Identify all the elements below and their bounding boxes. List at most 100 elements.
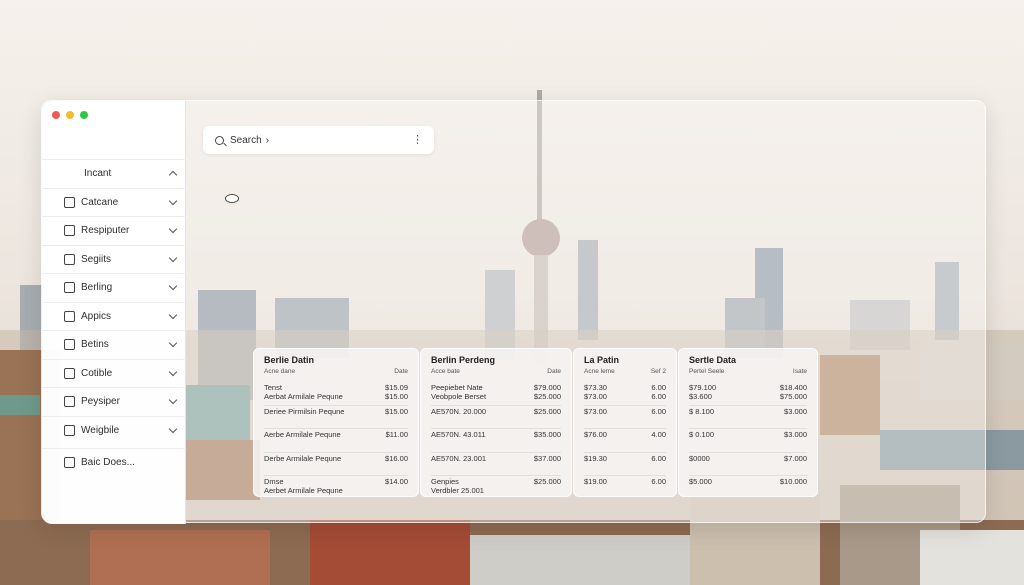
sidebar-item-peysiper[interactable]: Peysiper [42,387,186,416]
row-label: Derbe Armilale Pequne [264,453,342,463]
more-options-icon[interactable]: ⋮ [412,133,423,146]
sidebar-item-incant[interactable]: Incant [42,159,239,204]
table-row[interactable]: $19.30 6.00 [584,453,666,476]
panel-subheader-left: Acce bate [431,368,460,375]
list-icon [64,339,75,351]
search-input[interactable]: Search › ⋮ [203,126,434,154]
table-row[interactable]: $76.00 4.00 [584,429,666,453]
panel-subheader-right: Date [394,368,408,375]
row-value: $11.00 [385,430,408,439]
row-values: $35.000 [534,430,561,439]
row-value: $35.000 [533,430,561,439]
table-row[interactable]: Aerbe Armilale Pequne $11.00 [264,429,408,453]
row-value: $25.000 [533,392,561,401]
row-value: 6.00 [651,477,666,486]
sidebar-item-appics[interactable]: Appics [42,301,186,331]
table-row[interactable]: Tenst Aerbat Armilale Pequne $15.09 $15.00 [264,382,408,406]
table-row[interactable]: $73.00 6.00 [584,406,666,429]
row-value: $16.00 [385,453,408,463]
chevron-down-icon [168,367,178,376]
close-window-button[interactable] [52,111,60,119]
row-values: $25.000 [534,477,561,486]
sidebar-item-label: Berling [81,282,113,294]
window-controls [52,111,88,119]
table-row[interactable]: $0000 $7.000 [689,453,807,476]
row-label: Dmse Aerbet Armilale Pequne [264,477,343,495]
table-row[interactable]: $5.000 $10.000 [689,476,807,500]
chevron-down-icon [168,281,178,291]
table-row[interactable]: AE570N. 20.000 $25.000 [431,406,561,429]
table-row[interactable]: Deriee Pirmilsin Pequne $15.00 [264,406,408,429]
table-row[interactable]: AE570N. 23.001 $37.000 [431,453,561,476]
table-row[interactable]: Genpies Verdbler 25.001 $25.000 [431,476,561,500]
row-values: $3.000 [784,430,807,439]
sidebar-item-baic-does[interactable]: Baic Does... [42,448,186,477]
sidebar-item-label: Betins [81,339,109,351]
data-panel: Berlin Perdeng Acce bate Date Peepiebet … [420,348,572,497]
row-label: Deriee Pirmilsin Pequne [264,406,345,416]
data-panel: La Patin Acne leme Sef 2 $73.30 $73.00 6.… [573,348,677,497]
row-value: 6.00 [651,453,666,463]
sidebar-item-weigbile[interactable]: Weigbile [42,415,186,445]
row-values: $10.000 [780,477,807,486]
search-icon [225,194,239,204]
row-value: $79.000 [533,383,561,392]
row-value: $75.000 [779,392,807,401]
row-value: $15.00 [385,392,408,401]
sidebar-item-label: Weigbile [81,424,120,436]
panel-subheader: Acce bate Date [431,368,561,375]
table-row[interactable]: AE570N. 43.011 $35.000 [431,429,561,453]
row-label: $73.30 $73.00 [584,383,607,401]
row-value: $18.400 [779,383,807,392]
row-values: 6.00 6.00 [651,383,666,401]
minimize-window-button[interactable] [66,111,74,119]
table-row[interactable]: $ 8.100 $3.000 [689,406,807,429]
row-label: Genpies Verdbler 25.001 [431,477,484,495]
panel-subheader: Acne leme Sef 2 [584,368,666,375]
row-label: Peepiebet Nate Veobpole Berset [431,383,487,401]
sidebar-item-label: Appics [81,310,112,322]
table-row[interactable]: $ 0.100 $3.000 [689,429,807,453]
sidebar-item-berling[interactable]: Berling [42,273,186,302]
table-row[interactable]: Derbe Armilale Pequne $16.00 [264,453,408,476]
maximize-window-button[interactable] [80,111,88,119]
square-icon [64,196,75,208]
panel-subheader-left: Pertel Seele [689,368,725,375]
sidebar-item-label: Catcane [81,196,119,208]
table-row[interactable]: $73.30 $73.00 6.00 6.00 [584,382,666,406]
sidebar: Incant Catcane Respiputer Segiits Berlin [42,101,239,524]
sidebar-item-betins[interactable]: Betins [42,330,186,359]
row-values: $15.00 [385,407,408,416]
row-label: $ 0.100 [689,430,715,439]
row-label: $73.00 [584,406,607,416]
row-values: 6.00 [651,407,666,416]
row-value: $7.000 [784,453,807,463]
sidebar-item-respiputer[interactable]: Respiputer [42,216,186,245]
row-label: AE570N. 23.001 [431,453,487,463]
table-row[interactable]: Dmse Aerbet Armilale Pequne $14.00 [264,476,408,500]
sidebar-item-cotible[interactable]: Cotible [42,358,186,388]
file-icon [64,424,75,436]
table-row[interactable]: $79.100 $3.600 $18.400 $75.000 [689,382,807,406]
row-value: 6.00 [651,383,666,392]
row-values: $7.000 [784,454,807,463]
row-label: $19.00 [584,477,607,486]
row-values: 4.00 [651,430,666,439]
sidebar-item-label: Respiputer [81,225,130,237]
row-value: $3.000 [784,406,807,416]
sidebar-nav: Incant Catcane Respiputer Segiits Berlin [42,159,239,477]
table-row[interactable]: $19.00 6.00 [584,476,666,500]
table-row[interactable]: Peepiebet Nate Veobpole Berset $79.000 $25… [431,382,561,406]
row-values: $11.00 [386,430,408,439]
row-values: 6.00 [651,454,666,463]
row-values: $37.000 [534,454,561,463]
sidebar-item-segiits[interactable]: Segiits [42,244,186,274]
sidebar-item-catcane[interactable]: Catcane [42,187,186,217]
row-label: AE570N. 43.011 [431,430,486,439]
row-value: $25.000 [533,477,561,486]
chevron-down-icon [168,224,178,234]
chevron-down-icon [168,424,178,433]
panel-rows: $73.30 $73.00 6.00 6.00 $73.00 6.00 $76.00 4.0… [584,382,666,500]
row-label: Tenst Aerbat Armilale Pequne [264,383,343,401]
row-value: $10.000 [779,477,807,486]
